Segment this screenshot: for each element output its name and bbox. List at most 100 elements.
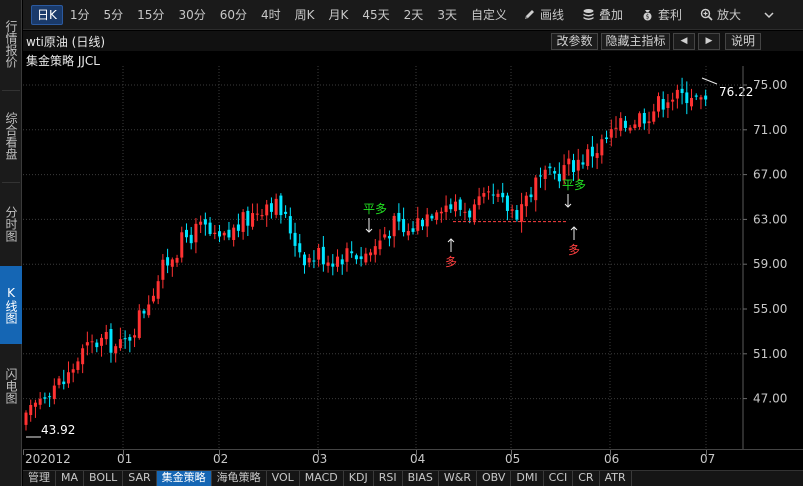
overlay-button[interactable]: 叠加 <box>573 6 632 23</box>
period-1min[interactable]: 1分 <box>63 4 97 26</box>
candle-body <box>218 231 222 237</box>
candle-body <box>638 113 642 127</box>
arbitrage-button[interactable]: $ 套利 <box>632 6 691 23</box>
period-daily[interactable]: 日K <box>31 4 63 25</box>
candle-body <box>85 342 89 346</box>
candle-body <box>265 204 269 216</box>
indicator-tab-[interactable]: 管理 <box>23 471 56 486</box>
candle-body <box>336 256 340 267</box>
kline-chart[interactable]: 76.22 43.92 平多多 平多多 75.00 71.00 67.00 63.00 59.… <box>23 66 803 449</box>
next-button[interactable]: ▶ <box>698 33 720 50</box>
indicator-tab-bias[interactable]: BIAS <box>403 471 439 486</box>
indicator-tab-macd[interactable]: MACD <box>300 471 344 486</box>
indicator-tab-cci[interactable]: CCI <box>544 471 574 486</box>
candle-body <box>95 342 99 348</box>
candle-body <box>642 112 646 124</box>
candle-body <box>392 215 396 237</box>
candle-body <box>203 219 207 225</box>
zoom-button[interactable]: 放大 <box>691 6 750 23</box>
candle-body <box>694 95 698 97</box>
candle-body <box>534 177 538 201</box>
tab-kline[interactable]: K线图 <box>0 266 22 344</box>
candle-body <box>685 92 689 104</box>
indicator-tab-ma[interactable]: MA <box>56 471 85 486</box>
candle-body <box>302 254 306 266</box>
price-tick-label: 51.00 <box>753 347 787 361</box>
candle-body <box>435 212 439 220</box>
candle-body <box>279 195 283 216</box>
draw-line-button[interactable]: 画线 <box>514 6 573 23</box>
help-button[interactable]: 说明 <box>725 33 761 50</box>
stack-icon <box>583 9 594 20</box>
date-label: 02 <box>213 452 229 466</box>
candle-body <box>487 191 491 193</box>
indicator-tab-[interactable]: 集金策略 <box>156 471 212 486</box>
indicator-tab-sar[interactable]: SAR <box>123 471 157 486</box>
candle-body <box>161 259 165 280</box>
period-30min[interactable]: 30分 <box>171 4 212 26</box>
period-4hour[interactable]: 4时 <box>254 4 288 26</box>
overlay-label: 叠加 <box>598 8 623 22</box>
candle-body <box>600 139 604 156</box>
period-15min[interactable]: 15分 <box>130 4 171 26</box>
more-dropdown-button[interactable] <box>750 10 783 20</box>
date-label: 202012 <box>25 452 71 466</box>
candle-body <box>505 195 509 211</box>
hide-indicator-button[interactable]: 隐藏主指标 <box>601 33 670 50</box>
indicator-tab-bar: 管理 MA BOLL SAR 集金策略 海龟策略 VOL MACD KDJ RSI BIAS W&R O… <box>23 470 803 486</box>
candle-body <box>520 204 524 222</box>
candle-body <box>557 173 561 182</box>
indicator-tab-dmi[interactable]: DMI <box>511 471 544 486</box>
indicator-tab-boll[interactable]: BOLL <box>84 471 124 486</box>
tab-quotes[interactable]: 行情报价 <box>0 0 22 88</box>
candle-body <box>586 149 590 166</box>
candle-body <box>90 341 94 343</box>
candle-body <box>567 158 571 165</box>
tab-flash[interactable]: 闪电图 <box>0 346 22 426</box>
price-tick-label: 63.00 <box>753 212 787 226</box>
candle-body <box>213 232 217 235</box>
indicator-tab-atr[interactable]: ATR <box>600 471 632 486</box>
tab-timeshare[interactable]: 分时图 <box>0 184 22 264</box>
date-label: 04 <box>410 452 426 466</box>
indicator-tab-[interactable]: 海龟策略 <box>212 471 267 486</box>
indicator-tab-vol[interactable]: VOL <box>267 471 300 486</box>
period-5min[interactable]: 5分 <box>97 4 131 26</box>
period-monthly[interactable]: 月K <box>322 4 356 26</box>
period-2day[interactable]: 2天 <box>397 4 431 26</box>
candle-body <box>458 199 462 210</box>
candle-body <box>633 124 637 129</box>
date-label: 05 <box>505 452 521 466</box>
candle-body <box>326 262 330 266</box>
draw-line-label: 画线 <box>539 8 564 22</box>
candle-body <box>24 412 28 425</box>
edit-params-button[interactable]: 改参数 <box>551 33 598 50</box>
date-axis: 202012 01 02 03 04 05 06 07 <box>23 449 803 469</box>
zoom-label: 放大 <box>717 8 742 22</box>
candle-body <box>369 252 373 256</box>
period-weekly[interactable]: 周K <box>288 4 322 26</box>
candle-body <box>699 97 703 100</box>
candle-body <box>666 102 670 108</box>
indicator-tab-obv[interactable]: OBV <box>477 471 512 486</box>
date-label: 06 <box>604 452 620 466</box>
tab-overview[interactable]: 综合看盘 <box>0 92 22 180</box>
period-60min[interactable]: 60分 <box>213 4 254 26</box>
candle-body <box>184 229 188 238</box>
candle-body <box>454 201 458 212</box>
max-price-label: 76.22 <box>719 85 753 99</box>
indicator-tab-wr[interactable]: W&R <box>439 471 477 486</box>
indicator-tab-kdj[interactable]: KDJ <box>344 471 374 486</box>
candle-body <box>581 162 585 165</box>
period-3day[interactable]: 3天 <box>430 4 464 26</box>
period-45day[interactable]: 45天 <box>355 4 396 26</box>
period-custom[interactable]: 自定义 <box>464 4 514 26</box>
candle-body <box>350 251 354 254</box>
candle-body <box>104 331 108 340</box>
prev-button[interactable]: ◀ <box>673 33 695 50</box>
indicator-tab-cr[interactable]: CR <box>573 471 600 486</box>
candle-body <box>463 211 467 213</box>
candle-body <box>81 348 85 365</box>
indicator-tab-rsi[interactable]: RSI <box>374 471 403 486</box>
candle-body <box>364 253 368 263</box>
